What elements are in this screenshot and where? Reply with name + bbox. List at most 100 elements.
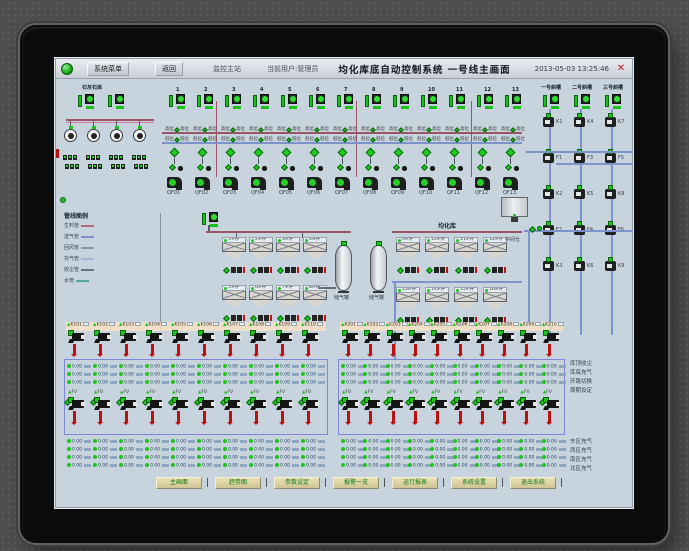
diamond-valve-icon[interactable] (476, 163, 485, 172)
airslide-device-icon[interactable] (302, 397, 319, 410)
fan-icon[interactable] (167, 177, 182, 190)
diamond-valve-icon[interactable] (448, 163, 457, 172)
airslide-device-icon[interactable] (224, 397, 241, 410)
valve-icon[interactable] (78, 93, 95, 109)
airslide-device-icon[interactable] (172, 330, 189, 343)
fan-icon[interactable] (223, 177, 238, 190)
airslide-device-icon[interactable] (520, 330, 538, 343)
diamond-valve-icon[interactable] (280, 163, 289, 172)
airslide-device-icon[interactable] (475, 397, 493, 410)
diamond-valve-icon[interactable] (281, 147, 292, 158)
airslide-device-icon[interactable] (408, 397, 426, 410)
fan-icon[interactable] (475, 177, 490, 190)
diamond-valve-icon[interactable] (196, 163, 205, 172)
airslide-device-icon[interactable] (120, 397, 137, 410)
weigh-hopper[interactable]: 16#秤 (483, 287, 507, 325)
airslide-device-icon[interactable] (250, 397, 267, 410)
airslide-device-icon[interactable] (498, 330, 516, 343)
fan-icon[interactable] (363, 177, 378, 190)
valve-icon[interactable] (253, 93, 270, 109)
airslide-device-icon[interactable] (408, 330, 426, 343)
fan-icon[interactable] (251, 177, 266, 190)
valve-icon[interactable] (449, 93, 466, 109)
fan-icon[interactable] (419, 177, 434, 190)
weigh-hopper[interactable]: 13#秤 (396, 287, 420, 325)
nav-button[interactable]: 系统设置 (451, 477, 497, 489)
fan-icon[interactable] (335, 177, 350, 190)
airslide-device-icon[interactable] (542, 397, 560, 410)
diamond-valve-icon[interactable] (197, 147, 208, 158)
device-icon[interactable] (574, 113, 585, 127)
device-icon[interactable] (574, 257, 585, 271)
airslide-device-icon[interactable] (276, 397, 293, 410)
diamond-valve-icon[interactable] (504, 163, 513, 172)
fan-icon[interactable] (447, 177, 462, 190)
device-icon[interactable] (574, 185, 585, 199)
fan-icon[interactable] (307, 177, 322, 190)
valve-icon[interactable] (543, 93, 560, 109)
airslide-device-icon[interactable] (364, 397, 382, 410)
nav-button[interactable]: 参数设定 (274, 477, 320, 489)
surge-silo-icon[interactable] (501, 197, 528, 222)
air-tank-icon[interactable] (335, 241, 352, 293)
weigh-hopper[interactable]: 10#秤 (425, 237, 449, 275)
valve-icon[interactable] (337, 93, 354, 109)
valve-icon[interactable] (365, 93, 382, 109)
device-icon[interactable] (543, 257, 554, 271)
weigh-hopper[interactable]: 6#秤 (249, 285, 273, 323)
fan-icon[interactable] (503, 177, 518, 190)
airslide-device-icon[interactable] (431, 397, 449, 410)
airslide-device-icon[interactable] (146, 330, 163, 343)
airslide-device-icon[interactable] (453, 330, 471, 343)
airslide-device-icon[interactable] (94, 330, 111, 343)
valve-icon[interactable] (421, 93, 438, 109)
pump-icon[interactable] (87, 126, 100, 142)
diamond-valve-icon[interactable] (505, 147, 516, 158)
diamond-valve-icon[interactable] (364, 163, 373, 172)
valve-icon[interactable] (225, 93, 242, 109)
nav-button[interactable]: 运行报表 (392, 477, 438, 489)
weigh-hopper[interactable]: 12#秤 (483, 237, 507, 275)
valve-icon[interactable] (505, 93, 522, 109)
fan-icon[interactable] (391, 177, 406, 190)
airslide-device-icon[interactable] (431, 330, 449, 343)
diamond-valve-icon[interactable] (168, 163, 177, 172)
diamond-valve-icon[interactable] (309, 147, 320, 158)
weigh-hopper[interactable]: 5#秤 (222, 285, 246, 323)
diamond-valve-icon[interactable] (392, 163, 401, 172)
valve-icon[interactable] (108, 93, 125, 109)
weigh-hopper[interactable]: 9#秤 (396, 237, 420, 275)
diamond-valve-icon[interactable] (477, 147, 488, 158)
nav-button[interactable]: 主画面 (156, 477, 202, 489)
weigh-hopper[interactable]: 14#秤 (425, 287, 449, 325)
back-button[interactable]: 返回 (155, 61, 183, 76)
weigh-hopper[interactable]: 4#秤 (303, 237, 327, 275)
weigh-hopper[interactable]: 1#秤 (222, 237, 246, 275)
airslide-device-icon[interactable] (342, 397, 359, 410)
airslide-device-icon[interactable] (302, 330, 319, 343)
device-icon[interactable] (605, 257, 616, 271)
device-icon[interactable] (574, 149, 585, 163)
airslide-device-icon[interactable] (224, 330, 241, 343)
nav-button[interactable]: 趋势图 (215, 477, 261, 489)
valve-icon[interactable] (574, 93, 591, 109)
airslide-device-icon[interactable] (386, 330, 404, 343)
diamond-valve-icon[interactable] (365, 147, 376, 158)
device-icon[interactable] (605, 149, 616, 163)
device-icon[interactable] (605, 185, 616, 199)
diamond-valve-icon[interactable] (308, 163, 317, 172)
airslide-device-icon[interactable] (120, 330, 137, 343)
diamond-valve-icon[interactable] (224, 163, 233, 172)
diamond-valve-icon[interactable] (252, 163, 261, 172)
diamond-valve-icon[interactable] (253, 147, 264, 158)
device-icon[interactable] (543, 113, 554, 127)
pump-icon[interactable] (110, 126, 123, 142)
airslide-device-icon[interactable] (520, 397, 538, 410)
valve-icon[interactable] (477, 93, 494, 109)
diamond-valve-icon[interactable] (393, 147, 404, 158)
device-icon[interactable] (543, 149, 554, 163)
weigh-hopper[interactable]: 2#秤 (249, 237, 273, 275)
airslide-device-icon[interactable] (250, 330, 267, 343)
airslide-device-icon[interactable] (68, 330, 85, 343)
diamond-valve-icon[interactable] (169, 147, 180, 158)
